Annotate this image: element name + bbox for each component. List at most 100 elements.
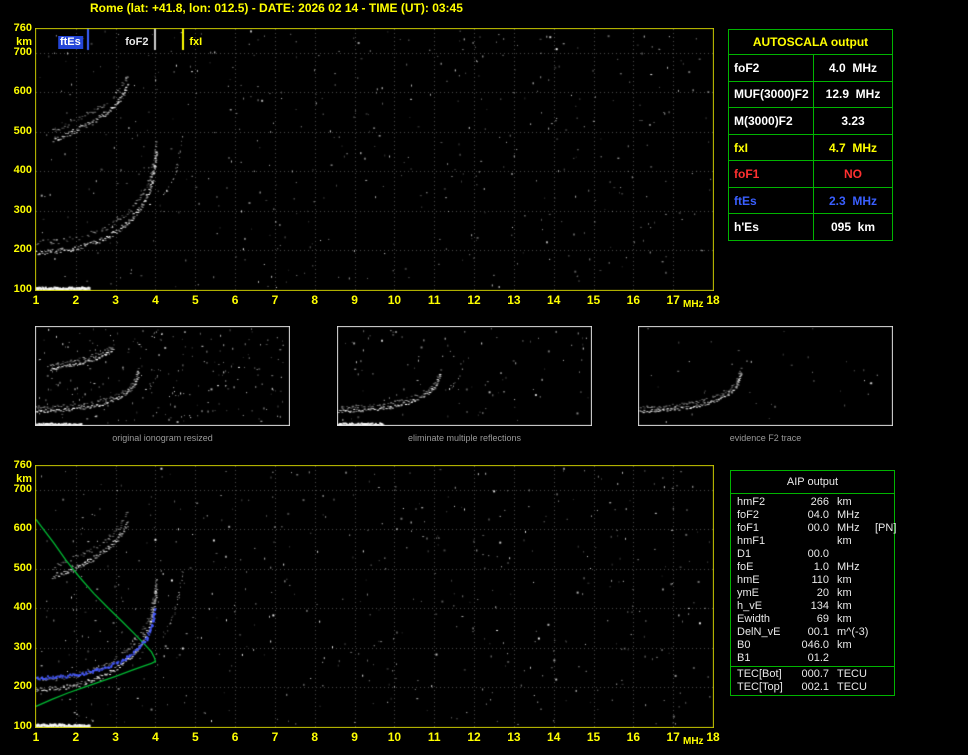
autoscala-row-label: foF1 (734, 167, 760, 182)
aip-row-value: 110 (811, 574, 829, 586)
aip-row-unit: MHz (837, 561, 860, 573)
thumbnail-caption-2: eliminate multiple reflections (407, 433, 522, 443)
x-axis-tick: 4 (152, 730, 159, 744)
thumbnail-original-ionogram (35, 326, 290, 426)
aip-row-value: 1.0 (813, 561, 829, 573)
aip-row-label: foE (737, 561, 754, 573)
aip-ionogram-canvas (35, 465, 714, 728)
marker-label-fof2: foF2 (125, 36, 149, 48)
x-axis-tick: 16 (626, 293, 641, 307)
y-axis-tick: 700 (13, 45, 32, 58)
autoscala-row-MUF(3000)F2: MUF(3000)F2 12.9 MHz (729, 80, 892, 108)
x-axis-tick: 9 (351, 293, 358, 307)
aip-row-label: hmE (737, 574, 760, 586)
y-axis-tick: 500 (13, 124, 32, 137)
aip-row-value: 046.0 (801, 639, 829, 651)
autoscala-row-value: 12.9 MHz (813, 81, 892, 108)
y-axis-tick: 300 (13, 640, 32, 653)
x-axis-tick: 10 (387, 730, 402, 744)
x-axis-tick: 7 (271, 293, 279, 307)
aip-row-unit: MHz (837, 522, 860, 534)
aip-row-unit (837, 548, 873, 561)
aip-row-value: 266 (810, 496, 829, 508)
x-axis-tick: 14 (547, 730, 561, 744)
thumbnail-multiple-reflections-removed (337, 326, 592, 426)
autoscala-row-M(3000)F2: M(3000)F2 3.23 (729, 107, 892, 134)
y-axis-tick: 760 (13, 22, 32, 34)
y-axis-tick: 200 (13, 680, 32, 693)
aip-row-foE: foE 1.0 MHz (731, 561, 894, 574)
aip-row-unit (837, 652, 873, 665)
autoscala-row-label: MUF(3000)F2 (734, 87, 809, 102)
aip-row-label: h_vE (737, 600, 763, 612)
x-axis-tick: 18 (706, 293, 720, 307)
autoscala-row-ftEs: ftEs 2.3 MHz (729, 186, 892, 214)
autoscala-row-label: fxI (734, 140, 749, 155)
autoscala-row-label: foF2 (734, 60, 760, 75)
aip-row-B1: B1 01.2 (731, 652, 894, 665)
y-axis-tick: 600 (13, 85, 32, 98)
aip-row-value: 134 (810, 600, 829, 612)
aip-row-foF2: foF2 04.0 MHz (731, 509, 894, 522)
x-axis-tick: 11 (427, 293, 441, 307)
aip-tec-rows: TEC[Bot] 000.7 TECU TEC[Top] 002.1 TECU (731, 666, 894, 695)
x-axis-tick: 3 (112, 293, 119, 307)
x-axis-tick: 16 (626, 730, 641, 744)
autoscala-output-table: AUTOSCALA output foF2 4.0 MHz MUF(3000)F2 1… (728, 29, 893, 241)
aip-row-unit: TECU (837, 668, 867, 680)
autoscala-app-window: Rome (lat: +41.8, lon: 012.5) - DATE: 20… (0, 0, 968, 755)
autoscala-row-value: 2.3 MHz (813, 187, 892, 214)
autoscala-row-value: 095 km (813, 214, 892, 241)
x-axis-tick: 4 (152, 293, 159, 307)
aip-row-unit: km (837, 639, 852, 651)
marker-label-ftes: ftEs (57, 36, 83, 49)
x-axis-tick: 2 (72, 730, 80, 744)
aip-row-unit: km (837, 613, 852, 625)
x-axis-unit-label: MHz (683, 299, 704, 310)
autoscala-row-value: 4.7 MHz (813, 134, 892, 161)
thumbnail-caption-3: evidence F2 trace (729, 433, 802, 443)
autoscala-row-value: 3.23 (813, 108, 892, 134)
aip-row-label: hmF2 (737, 496, 766, 508)
x-axis-tick: 12 (467, 730, 481, 744)
x-axis-tick: 8 (311, 293, 319, 307)
y-axis-unit-label: km (16, 473, 32, 485)
y-axis-tick: 600 (13, 522, 32, 535)
aip-row-label: hmF1 (737, 535, 766, 547)
x-axis-tick: 1 (32, 293, 40, 307)
aip-row-label: Ewidth (737, 613, 771, 625)
aip-row-D1: D1 00.0 (731, 548, 894, 561)
aip-row-unit: km (837, 496, 852, 508)
aip-row-value: 20 (816, 587, 829, 599)
x-axis-tick: 1 (32, 730, 40, 744)
autoscala-row-value: 4.0 MHz (813, 55, 892, 81)
header-title: Rome (lat: +41.8, lon: 012.5) - DATE: 20… (90, 1, 463, 15)
aip-row-ymE: ymE 20 km (731, 587, 894, 600)
autoscala-row-label: ftEs (734, 193, 757, 208)
y-axis-tick: 100 (13, 720, 32, 732)
x-axis-tick: 14 (547, 293, 561, 307)
x-axis-tick: 6 (231, 730, 239, 744)
aip-table-title: AIP output (731, 471, 894, 494)
aip-row-unit: km (837, 600, 852, 612)
x-axis-tick: 15 (586, 730, 601, 744)
aip-row-Ewidth: Ewidth 69 km (731, 613, 894, 626)
aip-row-hmE: hmE 110 km (731, 574, 894, 587)
aip-row-unit: TECU (837, 681, 867, 693)
x-axis-tick: 17 (666, 293, 680, 307)
autoscala-row-label: h'Es (734, 220, 759, 235)
x-axis-tick: 15 (586, 293, 601, 307)
y-axis-tick: 760 (13, 459, 32, 471)
aip-row-TEC[Bot]: TEC[Bot] 000.7 TECU (731, 668, 894, 681)
aip-row-TEC[Top]: TEC[Top] 002.1 TECU (731, 681, 894, 694)
y-axis-tick: 100 (13, 283, 32, 295)
thumbnail-caption-1: original ionogram resized (112, 433, 213, 443)
y-axis-tick: 300 (13, 203, 32, 216)
aip-row-label: DelN_vE (737, 626, 781, 638)
aip-row-note: [PN] (875, 522, 897, 534)
aip-row-hmF2: hmF2 266 km (731, 496, 894, 509)
aip-row-value: 000.7 (801, 668, 829, 680)
aip-table-rows: hmF2 266 km foF2 04.0 MHz foF1 00.0 MHz [PN] hmF1 k… (731, 494, 897, 666)
x-axis-tick: 18 (706, 730, 720, 744)
aip-row-h_vE: h_vE 134 km (731, 600, 894, 613)
